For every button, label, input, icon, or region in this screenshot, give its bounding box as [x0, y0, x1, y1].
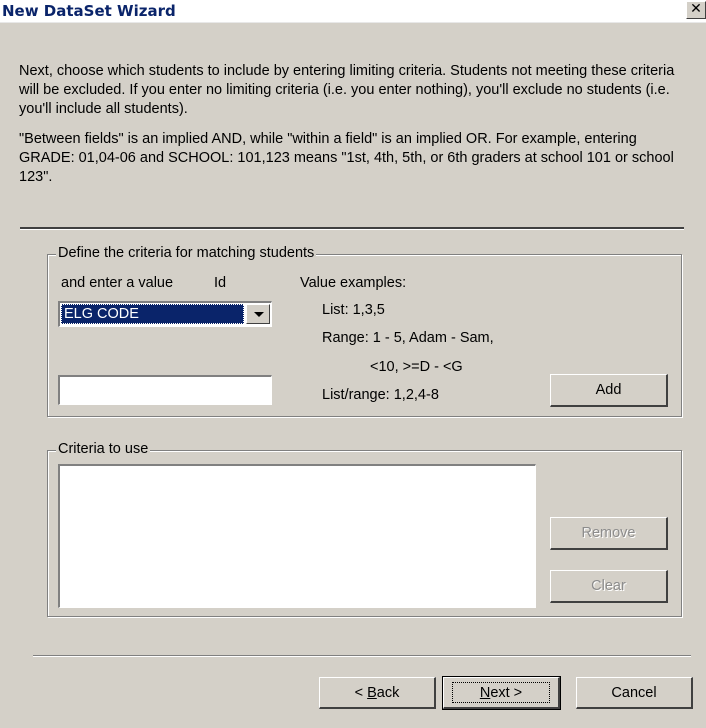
- field-select-value: ELG CODE: [61, 304, 244, 324]
- example-range-continued: <10, >=D - <G: [370, 359, 463, 375]
- remove-button[interactable]: Remove: [550, 517, 668, 550]
- wizard-window: New DataSet Wizard ✕ Next, choose which …: [0, 0, 706, 728]
- title-bar[interactable]: New DataSet Wizard ✕: [0, 0, 706, 23]
- next-accel: N: [479, 685, 491, 701]
- back-button[interactable]: < Back: [319, 677, 436, 709]
- clear-button[interactable]: Clear: [550, 570, 668, 603]
- value-examples-title: Value examples:: [300, 275, 407, 291]
- close-icon: ✕: [690, 1, 702, 17]
- clear-button-label: Clear: [591, 578, 626, 594]
- window-title: New DataSet Wizard: [2, 2, 176, 20]
- add-button-label: Add: [595, 382, 622, 398]
- bottom-separator: [33, 655, 691, 657]
- back-button-label: < Back: [355, 685, 400, 701]
- top-separator: [20, 227, 684, 230]
- criteria-list[interactable]: [58, 464, 536, 608]
- next-button[interactable]: Next >: [442, 676, 561, 710]
- cancel-button[interactable]: Cancel: [576, 677, 693, 709]
- instructions: Next, choose which students to include b…: [19, 62, 691, 198]
- field-select[interactable]: ELG CODE: [58, 301, 272, 327]
- next-rest: ext >: [490, 685, 523, 701]
- back-prefix: <: [354, 685, 368, 701]
- cancel-button-label: Cancel: [611, 685, 657, 701]
- example-list: List: 1,3,5: [322, 302, 385, 318]
- criteria-to-use-group-label: Criteria to use: [56, 441, 151, 457]
- example-range: Range: 1 - 5, Adam - Sam,: [322, 330, 494, 346]
- remove-button-label: Remove: [581, 525, 636, 541]
- chevron-down-icon[interactable]: [246, 304, 270, 324]
- value-input[interactable]: [58, 375, 272, 405]
- id-label: Id: [214, 275, 227, 291]
- example-list-range: List/range: 1,2,4-8: [322, 387, 439, 403]
- back-accel: B: [367, 685, 377, 701]
- instructions-paragraph-1: Next, choose which students to include b…: [19, 63, 675, 117]
- instructions-paragraph-2: "Between fields" is an implied AND, whil…: [19, 131, 674, 185]
- next-button-label: Next >: [480, 685, 522, 701]
- close-button[interactable]: ✕: [686, 1, 706, 19]
- back-rest: ack: [376, 685, 400, 701]
- add-button[interactable]: Add: [550, 374, 668, 407]
- define-criteria-group-label: Define the criteria for matching student…: [56, 245, 317, 261]
- enter-value-label: and enter a value: [61, 275, 174, 291]
